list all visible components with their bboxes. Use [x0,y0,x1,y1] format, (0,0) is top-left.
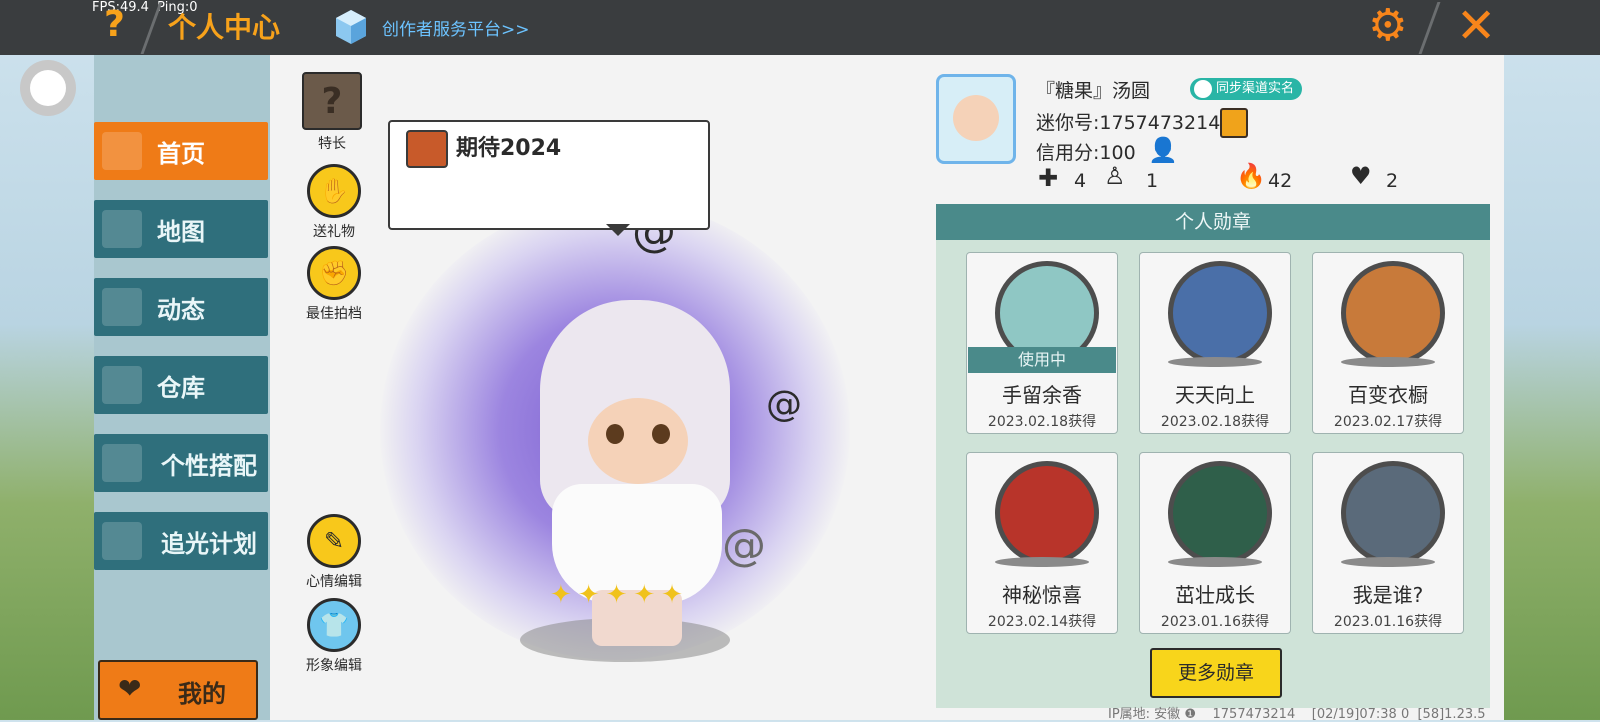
medal-name: 神秘惊喜 [1002,583,1082,607]
medal-name: 我是谁? [1352,583,1424,607]
avatar-edit-button[interactable]: 👕 形象编辑 [304,598,364,675]
page-title: 个人中心 [168,11,281,44]
nickname: 『糖果』汤圆 [1036,80,1151,102]
bookmark-count: 4 [1074,170,1087,192]
medal-icon [1168,461,1272,565]
medal-name: 百变衣橱 [1348,383,1428,407]
talent-label: 特长 [318,136,346,152]
heat-count: 42 [1268,170,1293,192]
avatar-face [588,398,688,484]
best-partner-button[interactable]: ✊ 最佳拍档 [304,246,364,323]
likes-count: 2 [1386,170,1399,192]
sidebar-item-label: 地图 [157,218,205,246]
avatar[interactable] [936,74,1016,164]
sidebar-item-warehouse[interactable]: 仓库 [94,356,268,414]
mine-button[interactable]: ❤ 我的 [98,660,258,720]
medal-card[interactable]: 神秘惊喜 2023.02.14获得 [966,452,1118,634]
avatar-edit-label: 形象编辑 [306,658,362,674]
credit-score: 信用分:100 [1036,142,1136,164]
talent-button[interactable]: ? 特长 [302,72,362,153]
sidebar-item-label: 仓库 [157,374,205,402]
medal-date: 2023.02.17获得 [1333,414,1443,430]
bubble-tail [606,224,630,236]
medal-card[interactable]: 天天向上 2023.02.18获得 [1139,252,1291,434]
medal-shadow [1341,357,1435,367]
medal-icon [1341,461,1445,565]
medal-date: 2023.01.16获得 [1333,614,1443,630]
medal-shadow [1168,357,1262,367]
best-partner-label: 最佳拍档 [306,306,362,322]
record-button[interactable] [20,60,76,116]
sidebar-item-feed[interactable]: 动态 [94,278,268,336]
swirl-icon: @ [722,520,766,571]
sidebar-item-outfit[interactable]: 个性搭配 [94,434,268,492]
user-icon [1194,80,1212,98]
in-use-badge: 使用中 [968,347,1116,373]
fans-icon[interactable]: ♙ [1104,162,1126,190]
medal-shadow [1168,557,1262,567]
credit-user-icon[interactable]: 👤 [1148,136,1178,164]
avatar-eye [606,424,624,444]
mood-edit-label: 心情编辑 [306,574,362,590]
sidebar-item-light-plan[interactable]: 追光计划 [94,512,268,570]
mood-text: 期待2024 [456,136,562,161]
footer-info: IP属地: 安徽 ❶ 1757473214 [02/19]07:38 0 [58… [1108,707,1486,722]
help-icon[interactable]: ? [104,4,125,45]
medal-date: 2023.02.18获得 [1160,414,1270,430]
realname-badge-label: 同步渠道实名 [1216,81,1295,96]
realname-badge[interactable]: 同步渠道实名 [1190,78,1303,100]
gift-button[interactable]: ✋ 送礼物 [304,164,364,241]
creator-platform-link[interactable]: 创作者服务平台>> [382,15,530,40]
sidebar-item-home[interactable]: 首页 [94,122,268,180]
medal-icon [1168,261,1272,365]
fans-count: 1 [1146,170,1159,192]
mood-edit-button[interactable]: ✎ 心情编辑 [304,514,364,591]
heart-icon[interactable]: ♥ [1350,162,1372,190]
medals-header: 个人勋章 [936,204,1490,240]
sidebar-item-label: 动态 [157,296,205,324]
medal-date: 2023.02.18获得 [987,414,1097,430]
medal-shadow [995,557,1089,567]
sidebar-item-label: 首页 [157,140,205,168]
heart-icon: ❤ [118,672,142,705]
medal-icon [995,461,1099,565]
gear-icon[interactable]: ⚙ [1368,4,1407,48]
medal-name: 手留余香 [1002,383,1082,407]
swirl-icon: @ [766,384,802,425]
medal-card[interactable]: 茁壮成长 2023.01.16获得 [1139,452,1291,634]
copy-icon[interactable] [1220,108,1248,138]
cube-icon[interactable] [336,10,366,44]
medal-name: 茁壮成长 [1175,583,1255,607]
edit-icon: ✎ [307,514,361,568]
medal-shadow [1341,557,1435,567]
gift-icon: ✋ [307,164,361,218]
mini-id: 迷你号:1757473214 [1036,112,1221,134]
medal-date: 2023.01.16获得 [1160,614,1270,630]
medal-card[interactable]: 使用中 手留余香 2023.02.18获得 [966,252,1118,434]
flame-icon: 🔥 [1236,162,1266,190]
medal-icon [1341,261,1445,365]
avatar-eye [652,424,670,444]
more-medals-button[interactable]: 更多勋章 [1150,648,1282,698]
medal-date: 2023.02.14获得 [987,614,1097,630]
sidebar-item-map[interactable]: 地图 [94,200,268,258]
bookmark-add-icon[interactable]: ✚ [1038,164,1058,192]
outfit-edit-icon: 👕 [307,598,361,652]
gift-label: 送礼物 [313,224,355,240]
medal-card[interactable]: 百变衣橱 2023.02.17获得 [1312,252,1464,434]
mine-label: 我的 [178,680,226,708]
bear-icon [406,130,448,168]
question-icon: ? [302,72,362,130]
sparkle-icon: ✦✦✦✦✦ [550,580,689,610]
medal-name: 天天向上 [1175,383,1255,407]
medal-card[interactable]: 我是谁? 2023.01.16获得 [1312,452,1464,634]
handshake-icon: ✊ [307,246,361,300]
close-icon[interactable]: ✕ [1456,0,1496,52]
